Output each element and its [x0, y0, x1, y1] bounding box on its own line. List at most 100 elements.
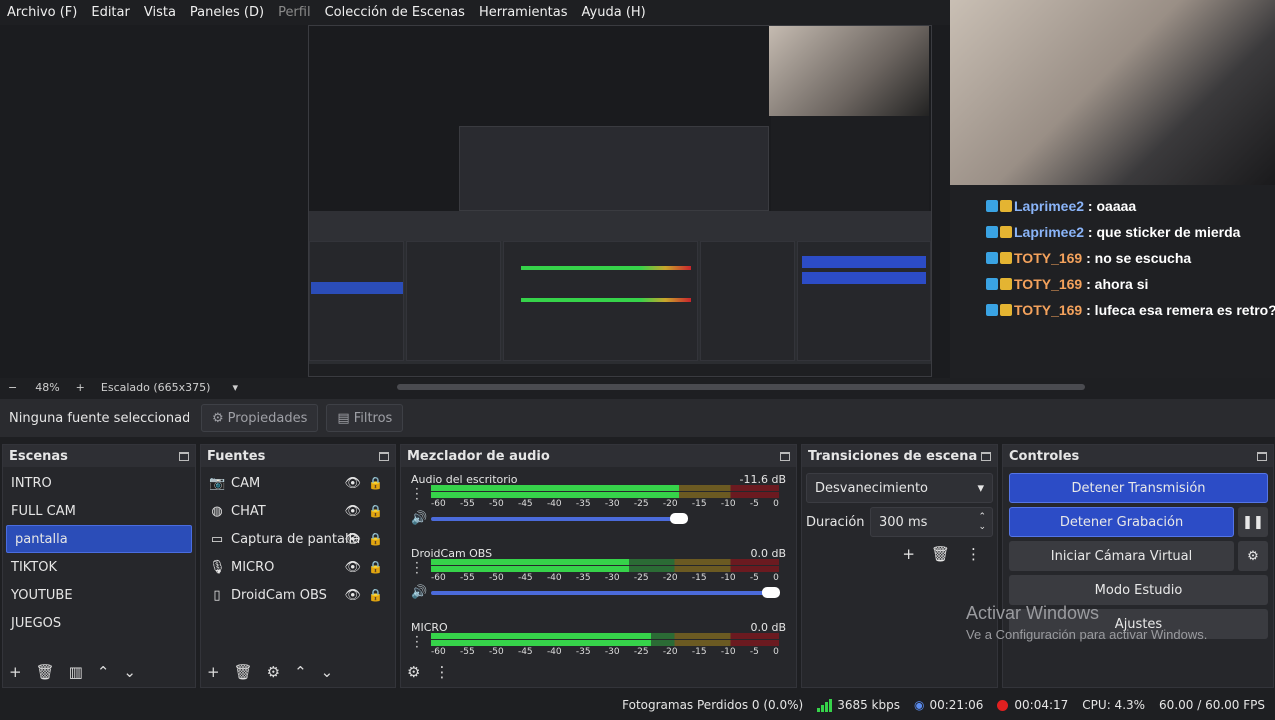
source-item[interactable]: ▯ DroidCam OBS 👁 🔒 [201, 581, 395, 609]
lock-icon[interactable]: 🔒 [368, 532, 383, 546]
menu-coleccion-escenas[interactable]: Colección de Escenas [318, 0, 472, 25]
controls-title: Controles [1009, 448, 1080, 464]
visibility-eye-icon[interactable]: 👁 [344, 560, 361, 575]
source-label: Captura de pantalla [231, 531, 361, 547]
chevron-down-icon[interactable]: ⌄ [123, 663, 136, 681]
scene-item[interactable]: TIKTOK [3, 553, 195, 581]
source-label: CHAT [231, 503, 266, 519]
volume-slider-handle[interactable] [762, 587, 780, 598]
chat-user: Laprimee2 [1014, 198, 1085, 214]
bitrate-value: 3685 kbps [837, 698, 900, 712]
more-icon[interactable]: ⋮ [434, 663, 449, 681]
lock-icon[interactable]: 🔒 [368, 588, 383, 602]
monitor-icon: ▭ [210, 531, 224, 547]
menu-archivo[interactable]: Archivo (F) [0, 0, 84, 25]
volume-slider-track[interactable] [431, 517, 680, 521]
badge-icon [986, 226, 998, 238]
scene-item[interactable]: JUEGOS [3, 609, 195, 637]
visibility-eye-icon[interactable]: 👁 [344, 532, 361, 547]
scenes-title: Escenas [9, 448, 68, 464]
badge-icon [986, 278, 998, 290]
more-icon[interactable]: · · · [415, 483, 419, 505]
audio-mixer-dock: Mezclador de audio Audio del escritorio -… [400, 444, 797, 688]
more-icon[interactable]: · · · [415, 631, 419, 653]
gear-icon[interactable]: ⚙ [267, 663, 280, 681]
level-meter [431, 559, 779, 565]
more-icon[interactable]: · · · [415, 557, 419, 579]
status-bar: Fotogramas Perdidos 0 (0.0%) 3685 kbps ◉… [0, 690, 1275, 720]
chat-overlay: Laprimee2 : oaaaa Laprimee2 : que sticker… [950, 185, 1275, 378]
preview-scrollbar[interactable] [397, 384, 1085, 390]
menu-ayuda[interactable]: Ayuda (H) [575, 0, 653, 25]
chevron-down-icon[interactable]: ⌄ [321, 663, 334, 681]
scale-dropdown-icon[interactable]: ▾ [232, 381, 238, 394]
transition-select[interactable]: Desvanecimiento ▾ [806, 473, 993, 503]
scene-item[interactable]: FULL CAM [3, 497, 195, 525]
stream-time: 00:21:06 [929, 698, 984, 712]
menu-herramientas[interactable]: Herramientas [472, 0, 575, 25]
visibility-eye-icon[interactable]: 👁 [344, 476, 361, 491]
scene-item[interactable]: INTRO [3, 469, 195, 497]
speaker-icon[interactable]: 🔊 [411, 511, 427, 526]
stop-record-button[interactable]: Detener Grabación [1009, 507, 1234, 537]
menu-editar[interactable]: Editar [84, 0, 137, 25]
zoom-out-button[interactable]: − [8, 381, 17, 394]
scene-item[interactable]: pantalla [6, 525, 192, 553]
level-meter-fill [431, 559, 629, 565]
meter-tick-label: -60 [431, 573, 446, 583]
source-label: MICRO [231, 559, 275, 575]
add-icon[interactable]: + [9, 663, 22, 681]
visibility-eye-icon[interactable]: 👁 [344, 504, 361, 519]
popout-icon[interactable] [1257, 451, 1267, 461]
filters-button[interactable]: ▤ Filtros [326, 404, 404, 432]
mixer-channel: DroidCam OBS 0.0 dB · · · -60 -55 -50 -45 -40 -35-… [401, 541, 796, 615]
volume-slider-track[interactable] [431, 591, 771, 595]
source-item[interactable]: 📷 CAM 👁 🔒 [201, 469, 395, 497]
volume-slider-handle[interactable] [670, 513, 689, 524]
meter-tick-label: -50 [488, 647, 504, 657]
chevron-up-icon[interactable]: ⌃ [97, 663, 110, 681]
studio-mode-button[interactable]: Modo Estudio [1009, 575, 1268, 605]
popout-icon[interactable] [780, 451, 790, 461]
trash-icon[interactable]: 🗑 [234, 663, 253, 681]
add-icon[interactable]: + [207, 663, 220, 681]
meter-tick-label: -40 [546, 499, 562, 509]
source-item[interactable]: ▭ Captura de pantalla 👁 🔒 [201, 525, 395, 553]
menu-paneles[interactable]: Paneles (D) [183, 0, 271, 25]
lock-icon[interactable]: 🔒 [368, 504, 383, 518]
speaker-icon[interactable]: 🔊 [411, 585, 427, 600]
zoom-in-button[interactable]: + [76, 381, 85, 394]
meter-tick-label: -5 [749, 499, 759, 509]
chevron-up-icon[interactable]: ⌃ [294, 663, 307, 681]
zoom-level: 48% [35, 380, 60, 394]
properties-button[interactable]: ⚙ Propiedades [201, 404, 319, 432]
trash-icon[interactable]: 🗑 [931, 545, 950, 563]
spin-arrows-icon[interactable]: ⌃ ⌄ [978, 512, 986, 532]
menu-perfil[interactable]: Perfil [271, 0, 318, 25]
visibility-eye-icon[interactable]: 👁 [344, 588, 361, 603]
stop-stream-button[interactable]: Detener Transmisión [1009, 473, 1268, 503]
lock-icon[interactable]: 🔒 [368, 476, 383, 490]
add-transition-icon[interactable]: + [902, 545, 915, 563]
source-item[interactable]: ◍ CHAT 👁 🔒 [201, 497, 395, 525]
filter-icon[interactable]: ▥ [69, 663, 83, 681]
scene-item[interactable]: YOUTUBE [3, 581, 195, 609]
popout-icon[interactable] [179, 451, 189, 461]
lock-icon[interactable]: 🔒 [368, 560, 383, 574]
virtual-camera-button[interactable]: Iniciar Cámara Virtual [1009, 541, 1234, 571]
duration-spinbox[interactable]: 300 ms ⌃ ⌄ [870, 507, 993, 537]
gear-icon[interactable]: ⚙ [1238, 541, 1268, 571]
menu-vista[interactable]: Vista [137, 0, 183, 25]
chat-text: : oaaaa [1084, 198, 1137, 214]
meter-tick-label: 0 [773, 647, 779, 657]
chat-message: TOTY_169 : lufeca esa remera es retro? [986, 297, 1275, 323]
trash-icon[interactable]: 🗑 [36, 663, 55, 681]
chat-text: : que sticker de mierda [1084, 224, 1241, 240]
popout-icon[interactable] [981, 451, 991, 461]
source-item[interactable]: 🎙 MICRO 👁 🔒 [201, 553, 395, 581]
meter-tick-label: -20 [662, 499, 678, 509]
more-icon[interactable]: ⋮ [966, 545, 981, 563]
popout-icon[interactable] [379, 451, 389, 461]
pause-icon[interactable]: ❚❚ [1238, 507, 1268, 537]
gears-icon[interactable]: ⚙ [407, 663, 420, 681]
